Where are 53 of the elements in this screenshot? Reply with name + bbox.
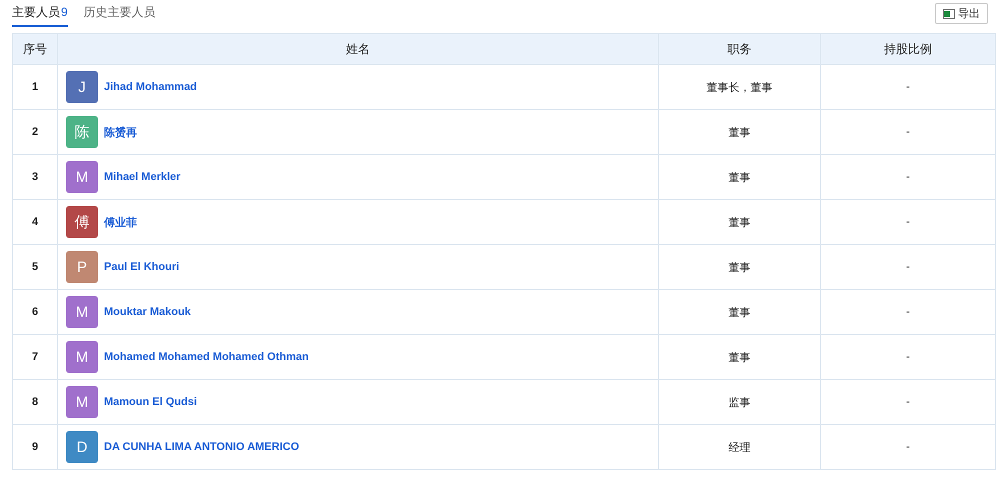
export-button[interactable]: 导出 (935, 3, 988, 24)
avatar: P (66, 251, 98, 283)
avatar: 陈 (66, 116, 98, 148)
avatar: 傅 (66, 206, 98, 238)
share-text: - (906, 441, 910, 453)
column-header: 序号 (23, 42, 47, 56)
person-link[interactable]: Mohamed Mohamed Mohamed Othman (104, 351, 309, 363)
role-text: 董事 (728, 216, 750, 228)
share-text: - (906, 171, 910, 183)
tab[interactable]: 历史主要人员 (84, 4, 156, 27)
share-text: - (906, 261, 910, 273)
person-link[interactable]: Mouktar Makouk (104, 306, 191, 318)
role-text: 董事 (728, 172, 750, 184)
person-link[interactable]: Mamoun El Qudsi (104, 396, 197, 408)
person-link[interactable]: 陈赟再 (104, 124, 137, 140)
column-header: 持股比例 (884, 42, 932, 56)
row-number: 3 (32, 171, 38, 183)
person-link[interactable]: Jihad Mohammad (104, 81, 197, 93)
row-number: 1 (32, 81, 38, 93)
share-text: - (906, 81, 910, 93)
role-text: 董事 (728, 262, 750, 274)
column-header: 姓名 (346, 42, 370, 56)
row-number: 2 (32, 126, 38, 138)
role-text: 监事 (728, 396, 750, 408)
role-text: 经理 (728, 442, 750, 454)
column-header: 职务 (728, 42, 752, 56)
role-text: 董事 (728, 306, 750, 318)
row-number: 5 (32, 261, 38, 273)
row-number: 8 (32, 396, 38, 408)
row-number: 4 (32, 216, 38, 228)
spreadsheet-icon (943, 8, 955, 20)
avatar: M (66, 386, 98, 418)
row-number: 9 (32, 441, 38, 453)
avatar: D (66, 431, 98, 463)
share-text: - (906, 126, 910, 138)
share-text: - (906, 396, 910, 408)
row-number: 6 (32, 306, 38, 318)
tab[interactable]: 主要人员9 (12, 4, 68, 27)
person-link[interactable]: 傅业菲 (104, 214, 137, 230)
avatar: J (66, 71, 98, 103)
person-link[interactable]: DA CUNHA LIMA ANTONIO AMERICO (104, 441, 300, 453)
role-text: 董事 (728, 352, 750, 364)
role-text: 董事长，董事 (706, 82, 772, 94)
avatar: M (66, 341, 98, 373)
share-text: - (906, 216, 910, 228)
row-number: 7 (32, 351, 38, 363)
share-text: - (906, 351, 910, 363)
person-link[interactable]: Mihael Merkler (104, 171, 180, 183)
avatar: M (66, 296, 98, 328)
person-link[interactable]: Paul El Khouri (104, 261, 180, 273)
avatar: M (66, 161, 98, 193)
share-text: - (906, 306, 910, 318)
role-text: 董事 (728, 126, 750, 138)
